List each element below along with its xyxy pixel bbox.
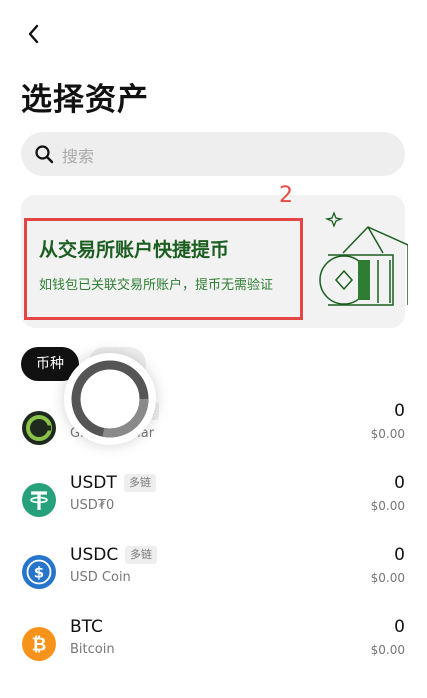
asset-name: Bitcoin — [70, 642, 115, 657]
asset-fiat-value: $0.00 — [370, 499, 405, 513]
banner-title: 从交易所账户快捷提币 — [39, 239, 230, 261]
svg-text:$: $ — [34, 564, 44, 582]
asset-balance: 0 — [394, 473, 405, 493]
asset-balance: 0 — [394, 617, 405, 637]
search-placeholder: 搜索 — [62, 147, 95, 166]
asset-name: USD₮0 — [70, 498, 115, 513]
search-icon — [35, 145, 54, 164]
highlight-box — [24, 218, 303, 320]
page-title: 选择资产 — [21, 82, 149, 118]
asset-row[interactable]: ₿ BTC Bitcoin 0 $0.00 — [0, 617, 427, 698]
usdc-icon: $ — [22, 555, 56, 589]
asset-balance: 0 — [394, 401, 405, 421]
asset-tag: 多链 — [124, 474, 156, 492]
btc-icon: ₿ — [22, 627, 56, 661]
asset-symbol: BTC — [70, 617, 103, 637]
asset-row[interactable]: 链 Global Dollar 0 $0.00 — [0, 401, 427, 482]
asset-symbol: USDC — [70, 545, 119, 565]
back-button[interactable] — [22, 22, 46, 46]
usdt-icon — [22, 483, 56, 517]
spinner-icon — [71, 360, 149, 438]
asset-tag: 多链 — [125, 546, 157, 564]
step-marker: 2 — [279, 183, 293, 208]
asset-fiat-value: $0.00 — [370, 643, 405, 657]
search-input[interactable]: 搜索 — [21, 132, 405, 176]
loading-spinner — [64, 353, 156, 445]
banner-subtitle: 如钱包已关联交易所账户，提币无需验证 — [39, 278, 274, 293]
asset-balance: 0 — [394, 545, 405, 565]
asset-fiat-value: $0.00 — [370, 571, 405, 585]
svg-text:₿: ₿ — [32, 635, 47, 656]
asset-fiat-value: $0.00 — [370, 427, 405, 441]
chevron-left-icon — [28, 24, 39, 44]
asset-row[interactable]: USDT 多链 USD₮0 0 $0.00 — [0, 473, 427, 554]
exchange-building-icon — [319, 211, 408, 306]
asset-name: USD Coin — [70, 570, 131, 585]
asset-symbol: USDT — [70, 473, 117, 493]
global-dollar-icon — [22, 411, 56, 445]
asset-row[interactable]: $ USDC 多链 USD Coin 0 $0.00 — [0, 545, 427, 626]
